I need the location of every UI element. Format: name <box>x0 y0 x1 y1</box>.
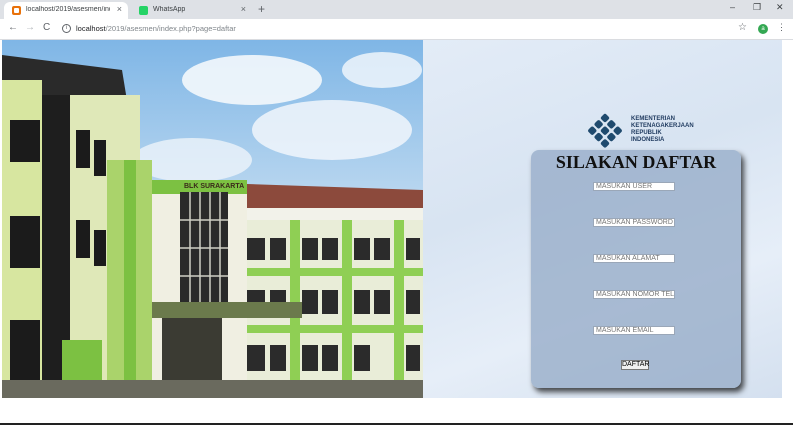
info-icon[interactable]: i <box>62 24 71 33</box>
form-title: SILAKAN DAFTAR <box>555 152 717 172</box>
close-window-button[interactable]: ✕ <box>776 2 784 13</box>
address-input[interactable] <box>593 254 675 263</box>
registration-form: SILAKAN DAFTAR DAFTAR <box>531 150 741 388</box>
phone-input[interactable] <box>593 290 675 299</box>
maximize-button[interactable]: ❐ <box>753 2 761 13</box>
address-bar[interactable]: localhost/2019/asesmen/index.php?page=da… <box>76 24 236 33</box>
browser-toolbar: ← → C i localhost/2019/asesmen/index.php… <box>0 19 793 40</box>
building-photo: BLK SURAKARTA <box>2 40 423 398</box>
building-sign: BLK SURAKARTA <box>184 183 244 190</box>
tab-strip: localhost/2019/asesmen/index.p × WhatsAp… <box>0 0 793 19</box>
registration-panel: KEMENTERIAN KETENAGAKERJAAN REPUBLIK IND… <box>423 40 782 398</box>
tab-close-icon[interactable]: × <box>117 4 122 14</box>
email-input[interactable] <box>593 326 675 335</box>
kemnaker-logo-icon <box>588 113 622 148</box>
logo-line: KETENAGAKERJAAN <box>631 123 694 129</box>
url-host: localhost <box>76 24 106 33</box>
minimize-button[interactable]: – <box>730 2 735 12</box>
site-favicon-icon <box>12 6 21 15</box>
profile-avatar[interactable]: a <box>758 24 768 34</box>
tab-asesmen[interactable]: localhost/2019/asesmen/index.p × <box>4 2 128 19</box>
whatsapp-icon <box>139 6 148 15</box>
tab-title: localhost/2019/asesmen/index.p <box>26 6 110 13</box>
logo-line: KEMENTERIAN <box>631 116 676 122</box>
user-input[interactable] <box>593 182 675 191</box>
browser-menu-icon[interactable]: ⋮ <box>777 22 786 33</box>
new-tab-button[interactable]: + <box>258 2 265 16</box>
daftar-button[interactable]: DAFTAR <box>621 360 649 370</box>
back-arrow-icon[interactable]: ← <box>8 22 18 33</box>
tab-close-icon[interactable]: × <box>241 4 246 14</box>
bookmark-star-icon[interactable]: ☆ <box>738 22 747 33</box>
logo-line: INDONESIA <box>631 137 665 143</box>
page-content: BLK SURAKARTA KEMENTERIAN KETENAGAKERJAA… <box>2 40 782 398</box>
tab-title: WhatsApp <box>153 6 186 13</box>
reload-icon[interactable]: C <box>43 22 50 33</box>
forward-arrow-icon[interactable]: → <box>25 22 35 33</box>
url-path: /2019/asesmen/index.php?page=daftar <box>105 24 236 33</box>
password-input[interactable] <box>593 218 675 227</box>
logo-line: REPUBLIK <box>631 130 662 136</box>
tab-whatsapp[interactable]: WhatsApp × <box>131 2 252 19</box>
divider <box>0 423 793 425</box>
logo-text: KEMENTERIAN KETENAGAKERJAAN REPUBLIK IND… <box>631 116 694 144</box>
